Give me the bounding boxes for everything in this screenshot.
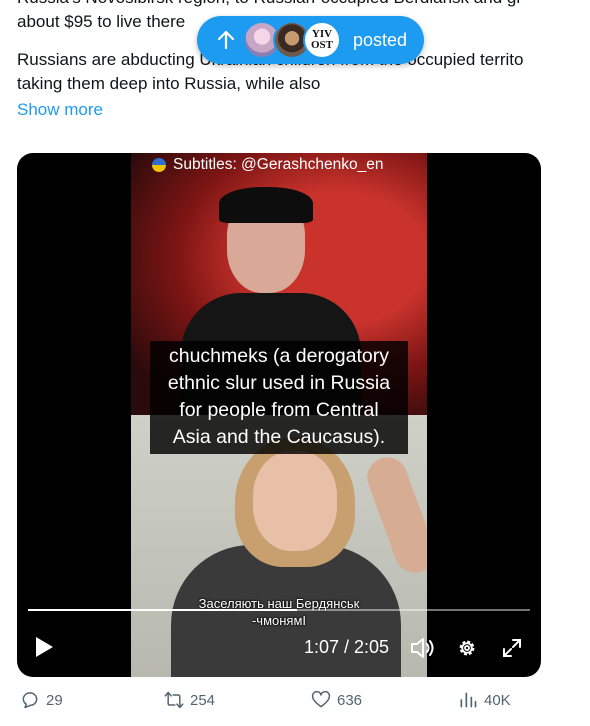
- video-progress-fill: [28, 609, 297, 611]
- arrow-up-icon: [217, 30, 235, 50]
- posted-label: posted: [353, 29, 408, 50]
- reply-icon: [22, 692, 38, 709]
- retweet-count: 254: [190, 691, 216, 709]
- tweet-actions: 29 254 636 40K: [0, 690, 590, 724]
- like-button[interactable]: 636: [311, 690, 362, 710]
- like-count: 636: [337, 691, 363, 709]
- subtitle-line: ethnic slur used in Russia: [167, 372, 391, 394]
- ukraine-flag-icon: [152, 158, 166, 172]
- subtitle-credit: Subtitles: @Gerashchenko_en: [152, 156, 383, 174]
- play-icon[interactable]: [33, 636, 55, 658]
- tweet-line: taking them deep into Russia, while also: [17, 74, 321, 93]
- subtitle-line: for people from Central: [179, 399, 379, 421]
- views-button[interactable]: 40K: [458, 690, 511, 710]
- retweet-icon: [164, 691, 184, 709]
- english-subtitle: chuchmeks (a derogatory ethnic slur used…: [150, 341, 408, 454]
- ukrainian-subtitle: Заселяють наш Бердянськ -чмонямI: [131, 595, 427, 629]
- subtitle-credit-text: Subtitles: @Gerashchenko_en: [173, 156, 384, 173]
- views-count: 40K: [484, 691, 511, 709]
- fullscreen-icon[interactable]: [503, 639, 521, 657]
- subtitle-line: chuchmeks (a derogatory: [168, 345, 390, 367]
- reply-count: 29: [46, 691, 63, 709]
- views-chart-icon: [460, 692, 477, 708]
- avatar-text: OST: [310, 39, 333, 51]
- heart-icon: [311, 690, 331, 708]
- settings-gear-icon[interactable]: [456, 637, 478, 659]
- video-progress-bar[interactable]: [28, 609, 530, 611]
- avatar-stack: YIV OST: [243, 21, 341, 59]
- new-posts-pill[interactable]: YIV OST posted: [197, 16, 424, 64]
- volume-icon[interactable]: [410, 636, 436, 660]
- video-time: 1:07 / 2:05: [304, 637, 390, 657]
- ukrainian-subtitle-line: -чмонямI: [251, 613, 307, 628]
- show-more-link[interactable]: Show more: [17, 98, 103, 122]
- reply-button[interactable]: 29: [20, 690, 63, 710]
- subtitle-line: Asia and the Caucasus).: [172, 426, 386, 448]
- retweet-button[interactable]: 254: [164, 690, 215, 710]
- tweet-line: Russia's Novosibirsk region, to Russian-…: [17, 0, 590, 10]
- video-player[interactable]: Subtitles: @Gerashchenko_en chuchmeks (a…: [17, 153, 541, 677]
- avatar: YIV OST: [303, 21, 341, 59]
